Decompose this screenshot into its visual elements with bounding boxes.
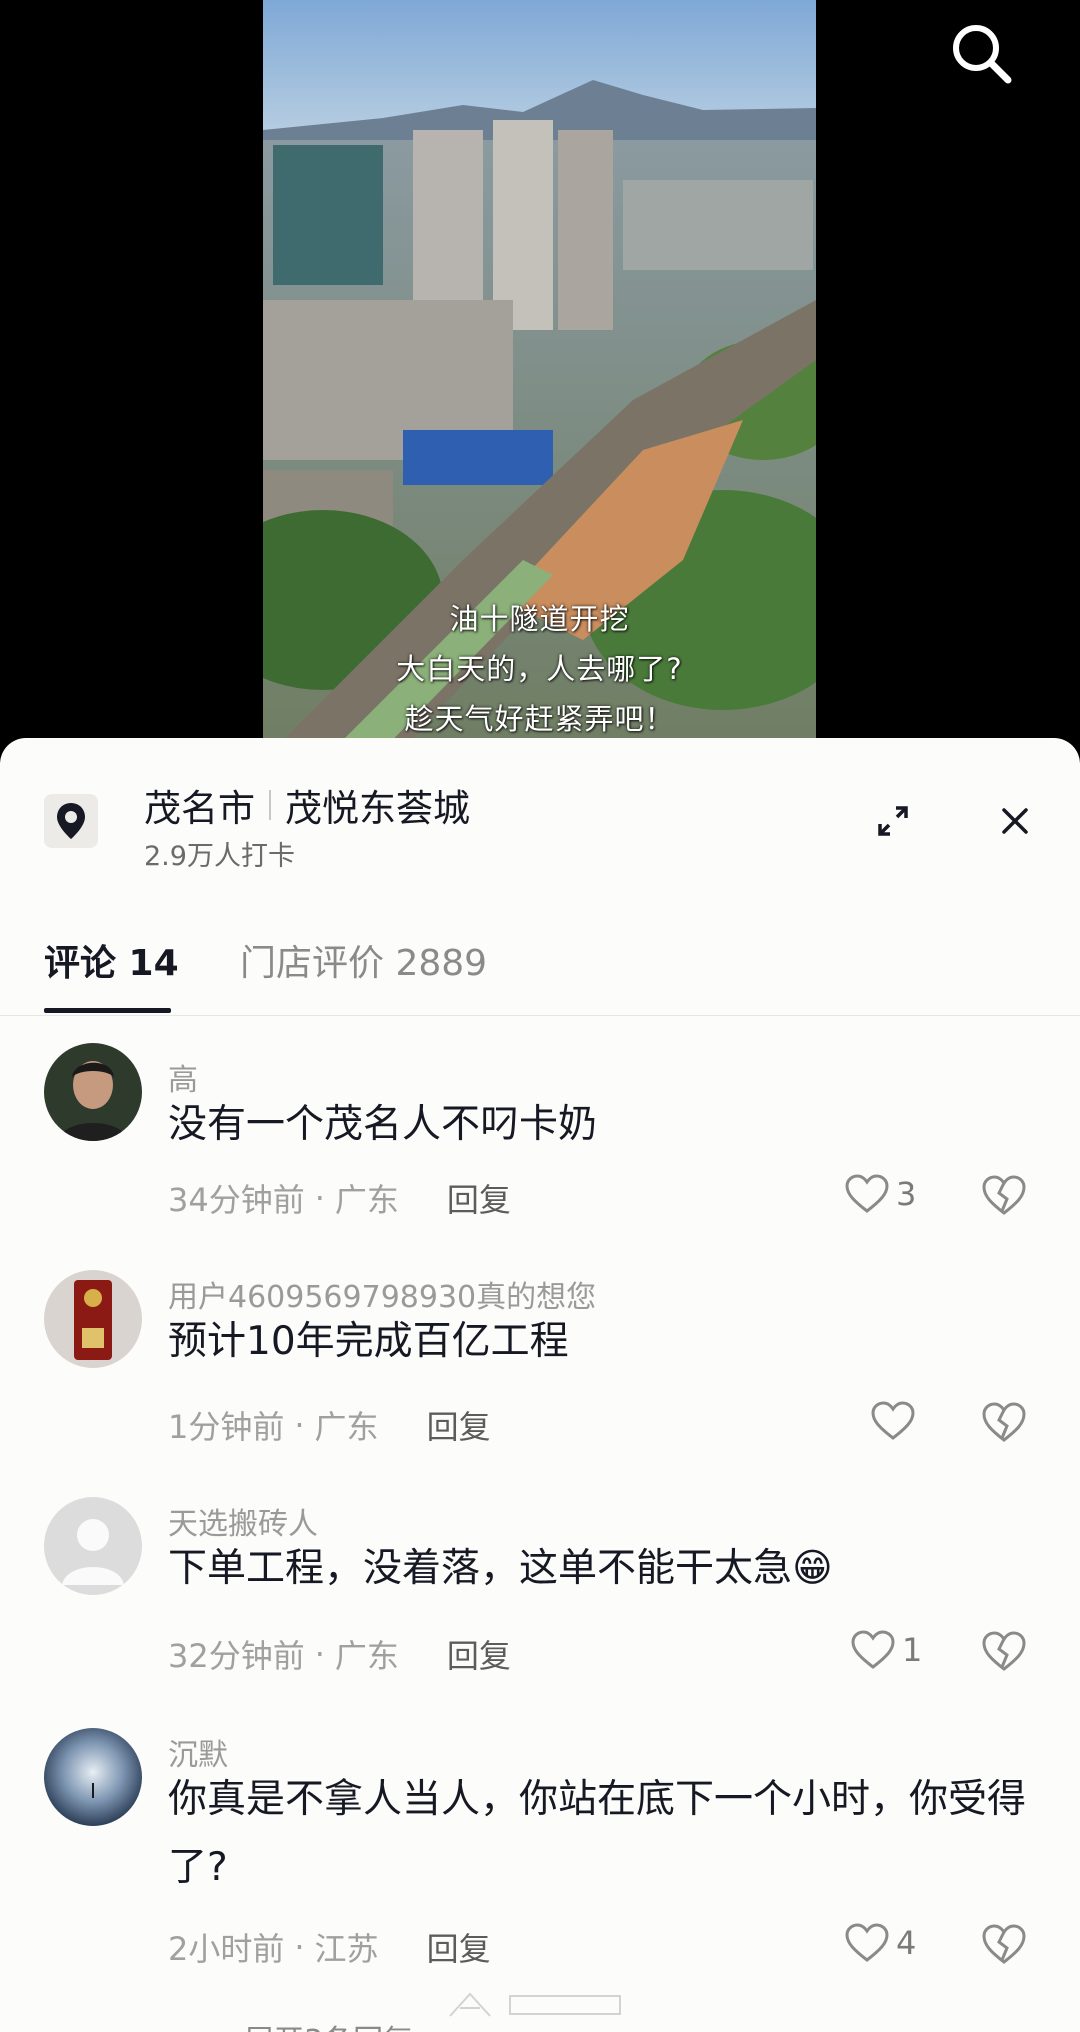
dislike-button[interactable] — [980, 1629, 1028, 1677]
comment-sheet: 茂名市 茂悦东荟城 2.9万人打卡 评论 14 门店评价 2889 高 没有一个… — [0, 738, 1080, 2032]
comment-time: 1分钟前 — [168, 1408, 285, 1446]
comment-region: 江苏 — [314, 1930, 379, 1968]
expand-replies-label: 展开3条回复 — [244, 2016, 413, 2032]
avatar[interactable] — [44, 1043, 142, 1141]
comment-time: 2小时前 — [168, 1930, 285, 1968]
location-place: 茂悦东荟城 — [285, 787, 470, 830]
video-caption-line-1: 油十隧道开挖 — [449, 602, 630, 636]
meta-dot: · — [294, 1928, 305, 1966]
comment-region: 广东 — [334, 1181, 399, 1219]
tab-comments[interactable]: 评论 14 — [44, 934, 179, 986]
location-card-icon[interactable] — [44, 794, 98, 848]
video-caption-line-2: 大白天的，人去哪了? — [396, 652, 683, 686]
search-icon — [953, 25, 1012, 84]
like-button[interactable]: 4 — [844, 1922, 916, 1964]
site-watermark — [449, 1992, 621, 2017]
search-button[interactable] — [946, 18, 1018, 90]
heart-icon — [845, 1174, 889, 1213]
location-separator — [269, 790, 271, 820]
like-count: 1 — [902, 1631, 923, 1669]
active-tab-indicator — [44, 1008, 171, 1013]
tab-store-reviews[interactable]: 门店评价 2889 — [240, 934, 487, 986]
location-title[interactable]: 茂名市 茂悦东荟城 — [144, 778, 470, 832]
location-city: 茂名市 — [144, 787, 255, 830]
broken-heart-icon — [982, 1402, 1026, 1442]
comment-text: 没有一个茂名人不叼卡奶 — [168, 1102, 598, 1147]
tabs-divider — [0, 1015, 1080, 1016]
dislike-button[interactable] — [980, 1400, 1028, 1448]
reply-button[interactable]: 回复 — [427, 1924, 491, 1970]
reply-button[interactable]: 回复 — [447, 1631, 511, 1677]
like-count: 4 — [896, 1924, 917, 1962]
like-button[interactable]: 3 — [844, 1173, 916, 1215]
reply-button[interactable]: 回复 — [427, 1402, 491, 1448]
meta-dot: · — [314, 1179, 325, 1217]
location-pin-icon — [57, 803, 85, 839]
comment-time: 32分钟前 — [168, 1637, 305, 1675]
close-button[interactable] — [994, 800, 1036, 842]
comment-text: 你真是不拿人当人，你站在底下一个小时，你受得了? — [168, 1777, 1027, 1890]
location-checkins: 2.9万人打卡 — [144, 841, 295, 872]
dislike-button[interactable] — [980, 1173, 1028, 1221]
broken-heart-icon — [982, 1924, 1026, 1964]
expand-replies-button[interactable]: 展开3条回复 — [168, 2016, 413, 2032]
comment-region: 广东 — [314, 1408, 379, 1446]
grinning-emoji: 😁 — [792, 1546, 833, 1591]
comment-meta: 32分钟前 · 广东 回复 — [168, 1631, 511, 1677]
expand-button[interactable] — [872, 800, 914, 842]
like-count: 3 — [896, 1175, 917, 1213]
video-player[interactable]: 油十隧道开挖 大白天的，人去哪了? 趁天气好赶紧弄吧！ — [0, 0, 1080, 760]
expand-icon — [878, 806, 908, 836]
like-button[interactable]: 1 — [850, 1629, 922, 1671]
avatar[interactable] — [44, 1497, 142, 1595]
comment-text: 下单工程，没着落，这单不能干太急😁 — [168, 1535, 1048, 1603]
comment-time: 34分钟前 — [168, 1181, 305, 1219]
comment-region: 广东 — [334, 1637, 399, 1675]
comment-meta: 2小时前 · 江苏 回复 — [168, 1924, 491, 1970]
meta-dot: · — [314, 1635, 325, 1673]
dislike-button[interactable] — [980, 1922, 1028, 1970]
video-caption-line-3: 趁天气好赶紧弄吧！ — [404, 702, 675, 736]
default-avatar-icon — [44, 1497, 142, 1595]
heart-icon — [851, 1630, 895, 1669]
reply-button[interactable]: 回复 — [447, 1175, 511, 1221]
broken-heart-icon — [982, 1175, 1026, 1215]
comment-meta: 1分钟前 · 广东 回复 — [168, 1402, 491, 1448]
avatar[interactable] — [44, 1270, 142, 1368]
comment-text-body: 下单工程，没着落，这单不能干太急 — [168, 1546, 793, 1591]
heart-icon — [871, 1401, 915, 1440]
like-button[interactable] — [870, 1400, 922, 1442]
close-icon — [1002, 808, 1028, 834]
meta-dot: · — [294, 1406, 305, 1444]
comment-text: 预计10年完成百亿工程 — [168, 1319, 569, 1364]
heart-icon — [845, 1923, 889, 1962]
broken-heart-icon — [982, 1631, 1026, 1671]
avatar[interactable] — [44, 1728, 142, 1826]
comment-meta: 34分钟前 · 广东 回复 — [168, 1175, 511, 1221]
